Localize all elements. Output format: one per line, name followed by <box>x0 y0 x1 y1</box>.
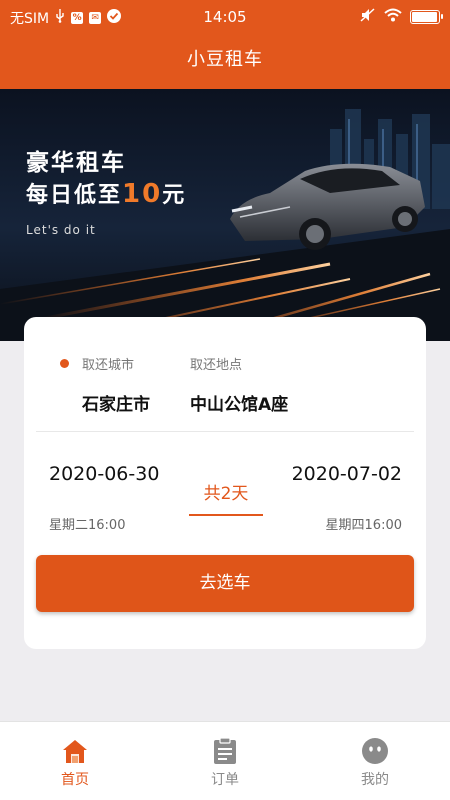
banner-title: 豪华租车 <box>26 150 126 176</box>
location-dot-icon <box>60 359 69 368</box>
tab-orders[interactable]: 订单 <box>150 722 300 800</box>
booking-card: 取还城市 取还地点 石家庄市 中山公馆A座 2020-06-30 星期二16:0… <box>24 317 426 649</box>
choose-car-button[interactable]: 去选车 <box>36 555 414 612</box>
battery-icon <box>410 10 443 24</box>
banner-subtitle-prefix: 每日低至 <box>26 183 123 208</box>
return-date[interactable]: 2020-07-02 <box>292 463 402 485</box>
divider <box>36 431 414 432</box>
header: 小豆租车 <box>0 34 450 89</box>
banner-price: 10 <box>122 179 163 209</box>
pickup-time[interactable]: 星期二16:00 <box>49 514 125 533</box>
tab-profile[interactable]: 我的 <box>300 722 450 800</box>
tab-home[interactable]: 首页 <box>0 722 150 800</box>
banner-subtitle: 每日低至10元 <box>26 177 186 209</box>
pickup-date[interactable]: 2020-06-30 <box>49 463 159 485</box>
bottom-tab-bar: 首页 订单 我的 <box>0 721 450 800</box>
place-label: 取还地点 <box>190 358 243 373</box>
mute-icon <box>360 8 376 26</box>
page-title: 小豆租车 <box>187 49 263 70</box>
tab-profile-label: 我的 <box>361 772 389 788</box>
status-bar: 无SIM % ✉ 14:05 <box>0 0 450 34</box>
return-time[interactable]: 星期四16:00 <box>326 514 402 533</box>
home-icon <box>61 737 89 765</box>
order-icon <box>211 737 239 765</box>
promo-banner[interactable]: 豪华租车 每日低至10元 Let's do it <box>0 89 450 341</box>
banner-subtitle-suffix: 元 <box>162 183 187 208</box>
duration-underline <box>189 514 263 516</box>
tab-home-label: 首页 <box>61 772 89 788</box>
city-label: 取还城市 <box>82 358 135 373</box>
profile-icon <box>361 737 389 765</box>
banner-tagline: Let's do it <box>26 223 96 237</box>
rental-duration: 共2天 <box>203 484 249 504</box>
place-selector[interactable]: 中山公馆A座 <box>190 390 288 415</box>
city-selector[interactable]: 石家庄市 <box>82 390 150 415</box>
tab-orders-label: 订单 <box>211 772 239 788</box>
wifi-icon <box>384 8 402 26</box>
banner-graphic <box>0 109 450 341</box>
